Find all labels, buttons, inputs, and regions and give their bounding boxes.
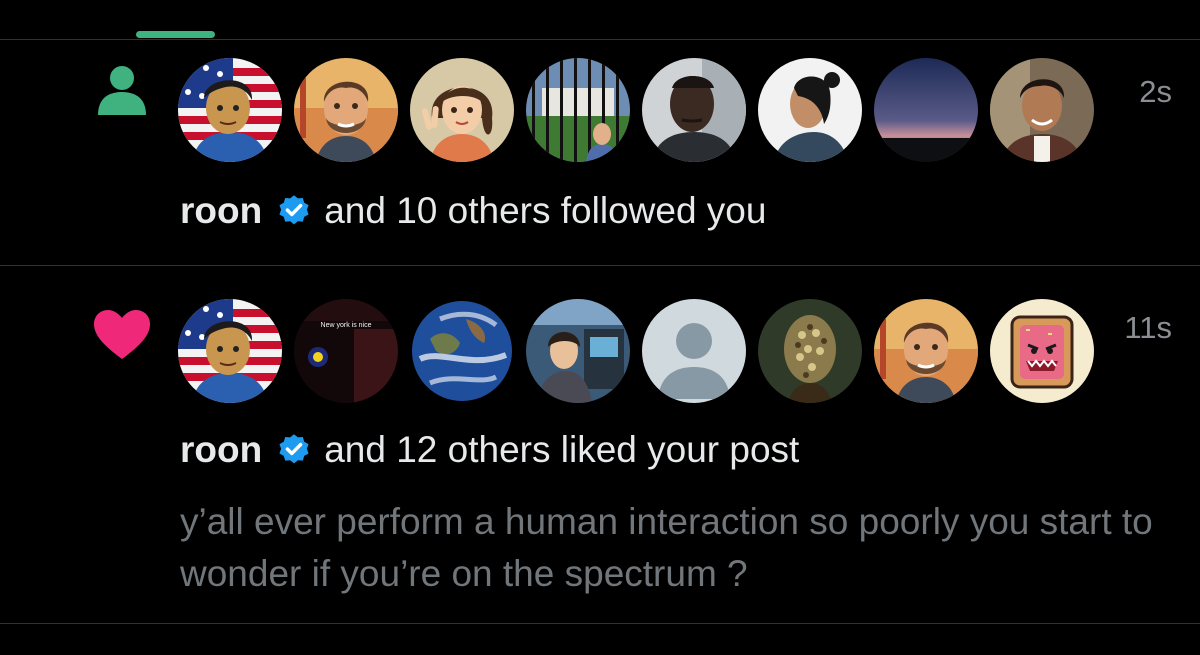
avatar-twilight-sky[interactable] (874, 58, 978, 162)
avatar-man-profile-bun[interactable] (758, 58, 862, 162)
user-name[interactable]: roon (180, 190, 262, 232)
user-name[interactable]: roon (180, 429, 262, 471)
notification-headline: roon and 12 others liked your post (180, 429, 799, 471)
avatar-cartoon-man-bridge[interactable] (874, 299, 978, 403)
verified-badge-icon (276, 193, 312, 229)
like-notification[interactable]: New york is nice 11s roon and 12 others … (0, 266, 1200, 624)
avatar-man-selfie[interactable] (642, 58, 746, 162)
avatar-cartoon-man-bridge[interactable] (294, 58, 398, 162)
notification-text: and 10 others followed you (324, 190, 767, 231)
notifications-tab-bar (0, 0, 1200, 40)
avatar-anime-arcade[interactable] (526, 299, 630, 403)
avatar-dark-scene-caption[interactable]: New york is nice (294, 299, 398, 403)
notification-time[interactable]: 2s (1139, 74, 1172, 110)
avatar-pop-tart-monster[interactable] (990, 299, 1094, 403)
notification-text: and 12 others liked your post (324, 429, 800, 470)
follower-avatars (178, 58, 1094, 162)
avatar-man-smiling[interactable] (990, 58, 1094, 162)
avatar-default[interactable] (642, 299, 746, 403)
avatar-caption: New york is nice (321, 322, 372, 329)
person-icon (96, 65, 148, 122)
notification-time[interactable]: 11s (1124, 310, 1172, 346)
heart-icon (93, 309, 151, 366)
avatar-cartoon-boy-flag[interactable] (178, 58, 282, 162)
active-tab-indicator (136, 31, 215, 38)
follow-notification[interactable]: 2s roon and 10 others followed you (0, 40, 1200, 266)
notification-headline: roon and 10 others followed you (180, 190, 766, 232)
avatar-cartoon-boy-flag[interactable] (178, 299, 282, 403)
verified-badge-icon (276, 432, 312, 468)
avatar-man-at-fence[interactable] (526, 58, 630, 162)
avatar-cartoon-girl-peace[interactable] (410, 58, 514, 162)
avatar-jeweled-head[interactable] (758, 299, 862, 403)
liker-avatars: New york is nice (178, 299, 1094, 403)
liked-post-preview[interactable]: y’all ever perform a human interaction s… (180, 496, 1180, 600)
avatar-earth[interactable] (410, 299, 514, 403)
